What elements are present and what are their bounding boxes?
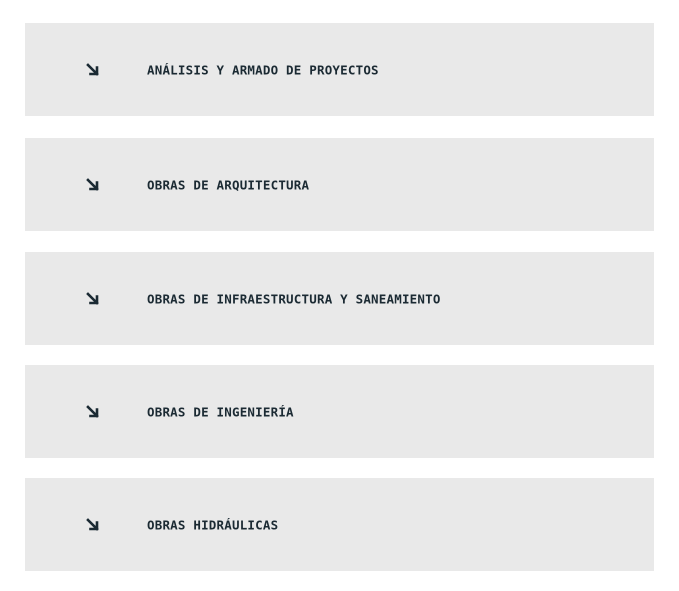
list-item-label: OBRAS DE INFRAESTRUCTURA Y SANEAMIENTO [147, 291, 441, 306]
list-item-label: OBRAS DE ARQUITECTURA [147, 177, 310, 192]
arrow-down-right-icon [86, 291, 100, 306]
list-item-label: OBRAS HIDRÁULICAS [147, 517, 279, 532]
arrow-down-right-icon [86, 517, 100, 532]
list-item-analisis[interactable]: ANÁLISIS Y ARMADO DE PROYECTOS [25, 23, 654, 116]
list-item-ingenieria[interactable]: OBRAS DE INGENIERÍA [25, 365, 654, 458]
list-item-label: ANÁLISIS Y ARMADO DE PROYECTOS [147, 62, 379, 77]
list-item-label: OBRAS DE INGENIERÍA [147, 404, 294, 419]
arrow-down-right-icon [86, 177, 100, 192]
list-item-infraestructura[interactable]: OBRAS DE INFRAESTRUCTURA Y SANEAMIENTO [25, 252, 654, 345]
list-item-arquitectura[interactable]: OBRAS DE ARQUITECTURA [25, 138, 654, 231]
list-item-hidraulicas[interactable]: OBRAS HIDRÁULICAS [25, 478, 654, 571]
arrow-down-right-icon [86, 404, 100, 419]
arrow-down-right-icon [86, 62, 100, 77]
services-list: ANÁLISIS Y ARMADO DE PROYECTOS OBRAS DE … [0, 0, 679, 591]
